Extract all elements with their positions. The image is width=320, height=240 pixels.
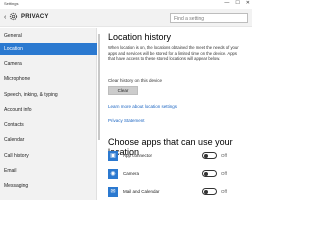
maximize-button[interactable]: ☐ (235, 0, 239, 6)
close-button[interactable]: ✕ (246, 0, 250, 6)
location-history-description: When location is on, the locations obtai… (108, 45, 239, 61)
clear-history-label: Clear history on this device (108, 78, 163, 83)
title-bar: Settings — ☐ ✕ (0, 0, 252, 9)
app-name: App connector (123, 153, 153, 158)
learn-more-link[interactable]: Learn more about location settings (108, 104, 177, 109)
page-header: ‹ PRIVACY Find a setting (0, 9, 252, 27)
sidebar-item-speech[interactable]: Speech, inking, & typing (0, 89, 97, 101)
sidebar-item-microphone[interactable]: Microphone (0, 73, 97, 85)
app-name: Mail and Calendar (123, 189, 160, 194)
content-scrollbar[interactable] (98, 34, 100, 140)
camera-toggle[interactable] (202, 170, 217, 177)
sidebar-item-location[interactable]: Location (0, 43, 97, 55)
sidebar-item-calendar[interactable]: Calendar (0, 134, 97, 146)
gear-icon (9, 12, 18, 21)
window-controls: — ☐ ✕ (224, 0, 250, 6)
page-title: Location history (108, 32, 172, 42)
minimize-button[interactable]: — (224, 0, 229, 6)
sidebar-item-camera[interactable]: Camera (0, 58, 97, 70)
main-content: Location history When location is on, th… (103, 28, 252, 200)
mail-calendar-toggle[interactable] (202, 188, 217, 195)
camera-icon: ◉ (108, 169, 118, 179)
sidebar-item-general[interactable]: General (0, 30, 97, 42)
app-row: ▣ App connector Off (108, 151, 248, 163)
sidebar-item-messaging[interactable]: Messaging (0, 180, 97, 192)
window-title: Settings (4, 1, 19, 6)
toggle-knob (204, 154, 208, 158)
toggle-knob (204, 172, 208, 176)
back-arrow-icon[interactable]: ‹ (4, 14, 6, 21)
toggle-state: Off (221, 171, 227, 176)
toggle-state: Off (221, 189, 227, 194)
sidebar: General Location Camera Microphone Speec… (0, 28, 97, 200)
app-connector-toggle[interactable] (202, 152, 217, 159)
sidebar-item-email[interactable]: Email (0, 165, 97, 177)
clear-button[interactable]: Clear (108, 86, 138, 95)
search-placeholder: Find a setting (174, 16, 205, 22)
toggle-knob (204, 190, 208, 194)
app-row: ✉ Mail and Calendar Off (108, 187, 248, 199)
sidebar-item-account-info[interactable]: Account info (0, 104, 97, 116)
sidebar-item-call-history[interactable]: Call history (0, 150, 97, 162)
privacy-statement-link[interactable]: Privacy Statement (108, 118, 145, 123)
section-title: PRIVACY (21, 14, 49, 20)
toggle-state: Off (221, 153, 227, 158)
app-row: ◉ Camera Off (108, 169, 248, 181)
app-connector-icon: ▣ (108, 151, 118, 161)
search-input[interactable]: Find a setting (170, 13, 248, 23)
app-name: Camera (123, 171, 140, 176)
mail-calendar-icon: ✉ (108, 187, 118, 197)
sidebar-item-contacts[interactable]: Contacts (0, 119, 97, 131)
